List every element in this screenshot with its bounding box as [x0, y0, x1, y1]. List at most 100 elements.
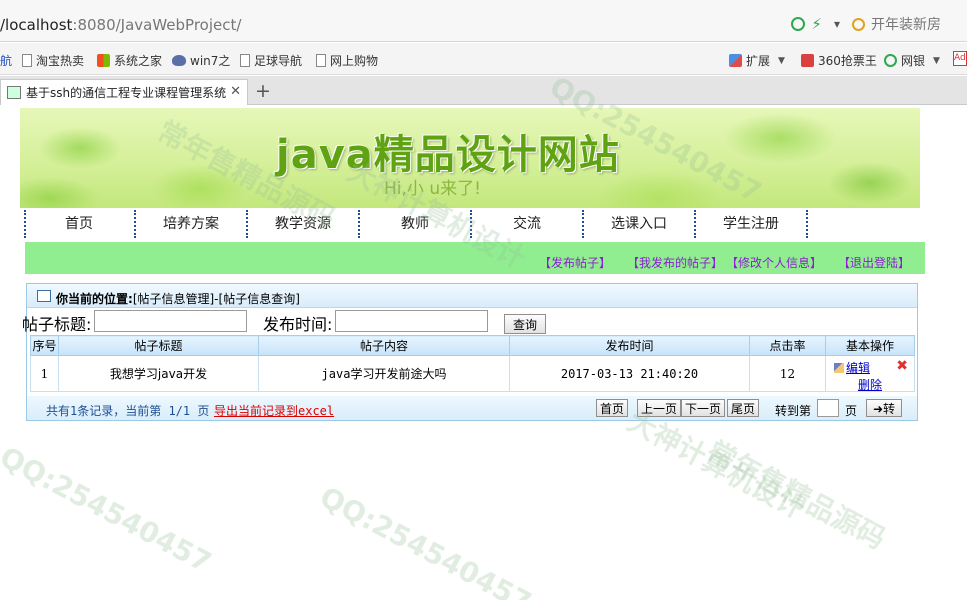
page-icon: [240, 54, 250, 67]
cell-content: java学习开发前途大吗: [258, 355, 510, 392]
cell-actions: 编辑 ✖ 删除: [825, 355, 915, 392]
address-bar[interactable]: /localhost:8080/JavaWebProject/ ⚡ ▾ 开年装新…: [0, 0, 967, 42]
page-icon: [316, 54, 326, 67]
posts-table: 序号 帖子标题 帖子内容 发布时间 点击率 基本操作 1 我想学习java开发 …: [30, 335, 915, 392]
nav-item-home[interactable]: 首页: [24, 210, 136, 238]
nav-item-register[interactable]: 学生注册: [696, 210, 808, 238]
url-path: :8080/JavaWebProject/: [72, 16, 242, 34]
bookmarks-bar: 航 淘宝热卖 系统之家 win7之 足球导航 网上购物 扩展 ▼ 360抢票王 网…: [0, 43, 967, 75]
bookmark-label: win7之: [190, 54, 231, 68]
main-nav: 首页 培养方案 教学资源 教师 交流 选课入口 学生注册: [24, 210, 920, 238]
watermark-source-2: 常年售精品源码: [702, 434, 891, 556]
url-field[interactable]: /localhost:8080/JavaWebProject/: [0, 16, 241, 34]
cell-title: 我想学习java开发: [58, 355, 259, 392]
bookmark-nav[interactable]: 航: [0, 52, 12, 69]
tab-bar: 基于ssh的通信工程专业课程管理系统 ✕ +: [0, 76, 967, 105]
bank-icon: [884, 54, 897, 67]
col-header-content: 帖子内容: [258, 335, 510, 356]
chevron-down-icon: ▼: [933, 55, 940, 66]
query-button[interactable]: 查询: [504, 314, 546, 334]
col-header-no: 序号: [30, 335, 59, 356]
site-banner: java精品设计网站 Hi,小 u来了!: [20, 108, 920, 208]
tab-active[interactable]: 基于ssh的通信工程专业课程管理系统 ✕: [0, 79, 248, 105]
breadcrumb-label: 你当前的位置:: [56, 292, 133, 306]
nav-item-forum[interactable]: 交流: [472, 210, 584, 238]
extensions-label: 扩展: [746, 54, 771, 68]
record-summary: 共有1条记录，当前第 1/1 页: [46, 404, 210, 418]
search-form: 帖子标题: 发布时间: 查询: [22, 310, 562, 334]
table-row: 1 我想学习java开发 java学习开发前途大吗 2017-03-13 21:…: [30, 355, 915, 392]
watermark-qq-3: QQ:254540457: [0, 440, 217, 580]
time-filter-label: 发布时间:: [263, 315, 333, 334]
bookmark-taobao[interactable]: 淘宝热卖: [22, 52, 84, 69]
prev-page-button[interactable]: 上一页: [637, 399, 682, 417]
breadcrumb: 你当前的位置:[帖子信息管理]-[帖子信息查询]: [27, 284, 917, 308]
page-icon: [22, 54, 32, 67]
last-page-button[interactable]: 尾页: [727, 399, 760, 417]
col-header-hits: 点击率: [749, 335, 826, 356]
bookmark-shopping[interactable]: 网上购物: [316, 52, 378, 69]
breadcrumb-path: [帖子信息管理]-[帖子信息查询]: [132, 292, 300, 306]
edit-link[interactable]: 编辑: [834, 359, 870, 376]
pencil-icon: [834, 363, 844, 373]
bird-icon: [172, 55, 186, 66]
time-filter-input[interactable]: [335, 310, 488, 332]
ticket-icon: [801, 54, 814, 67]
bookmark-xitong[interactable]: 系统之家: [97, 52, 162, 69]
page-unit-label: 页: [845, 404, 858, 418]
cell-no: 1: [30, 355, 59, 392]
bookmark-football[interactable]: 足球导航: [240, 52, 302, 69]
bookmark-label: 系统之家: [114, 54, 163, 68]
table-header-row: 序号 帖子标题 帖子内容 发布时间 点击率 基本操作: [30, 335, 915, 356]
nav-item-training-plan[interactable]: 培养方案: [136, 210, 248, 238]
delete-link[interactable]: 删除: [858, 376, 882, 391]
banner-subtitle: Hi,小 u来了!: [384, 179, 481, 199]
bookmark-label: 网上购物: [330, 54, 379, 68]
url-host: /localhost: [0, 16, 73, 34]
refresh-icon[interactable]: [791, 17, 806, 31]
banner-title: java精品设计网站: [276, 132, 620, 178]
title-filter-input[interactable]: [94, 310, 247, 332]
delete-icon[interactable]: ✖: [896, 358, 908, 374]
bookmark-label: 淘宝热卖: [36, 54, 85, 68]
next-page-button[interactable]: 下一页: [681, 399, 726, 417]
title-filter-label: 帖子标题:: [22, 315, 92, 334]
table-icon: [37, 290, 51, 302]
post-new-link[interactable]: 【发布帖子】: [539, 254, 611, 271]
bookmark-win7[interactable]: win7之: [172, 52, 230, 69]
bank-label: 网银: [901, 54, 926, 68]
my-posts-link[interactable]: 【我发布的帖子】: [627, 254, 723, 271]
go-button[interactable]: ➜转: [866, 399, 902, 417]
chevron-down-icon[interactable]: ▾: [834, 17, 840, 31]
extension-icon: [729, 54, 742, 67]
windows-icon: [97, 54, 110, 67]
cell-time: 2017-03-13 21:40:20: [509, 355, 750, 392]
close-icon[interactable]: ✕: [230, 84, 241, 99]
nav-item-course-select[interactable]: 选课入口: [584, 210, 696, 238]
logout-link[interactable]: 【退出登陆】: [838, 254, 910, 271]
col-header-time: 发布时间: [509, 335, 750, 356]
bookmark-label: 航: [0, 54, 13, 68]
goto-label: 转到第: [775, 404, 812, 418]
col-header-actions: 基本操作: [825, 335, 915, 356]
export-excel-link[interactable]: 导出当前记录到excel: [214, 402, 334, 419]
first-page-button[interactable]: 首页: [596, 399, 629, 417]
tab-title: 基于ssh的通信工程专业课程管理系统: [26, 86, 227, 100]
search-input[interactable]: 开年装新房: [871, 14, 941, 34]
edit-profile-link[interactable]: 【修改个人信息】: [726, 254, 822, 271]
goto-page-input[interactable]: [817, 399, 839, 417]
nav-item-resources[interactable]: 教学资源: [248, 210, 360, 238]
search-icon: [852, 17, 865, 31]
extensions-button[interactable]: 扩展 ▼: [729, 52, 785, 69]
edit-label: 编辑: [846, 361, 871, 375]
ad-badge[interactable]: Ad: [953, 51, 967, 66]
user-bar: 【发布帖子】 【我发布的帖子】 【修改个人信息】 【退出登陆】: [25, 242, 925, 274]
bank-button[interactable]: 网银 ▼: [884, 52, 940, 69]
ticket-button[interactable]: 360抢票王: [801, 52, 877, 69]
col-header-title: 帖子标题: [58, 335, 259, 356]
cell-hits: 12: [749, 355, 826, 392]
ticket-label: 360抢票王: [818, 54, 877, 68]
lightning-icon[interactable]: ⚡: [811, 15, 822, 33]
new-tab-button[interactable]: +: [255, 80, 271, 102]
nav-item-teachers[interactable]: 教师: [360, 210, 472, 238]
